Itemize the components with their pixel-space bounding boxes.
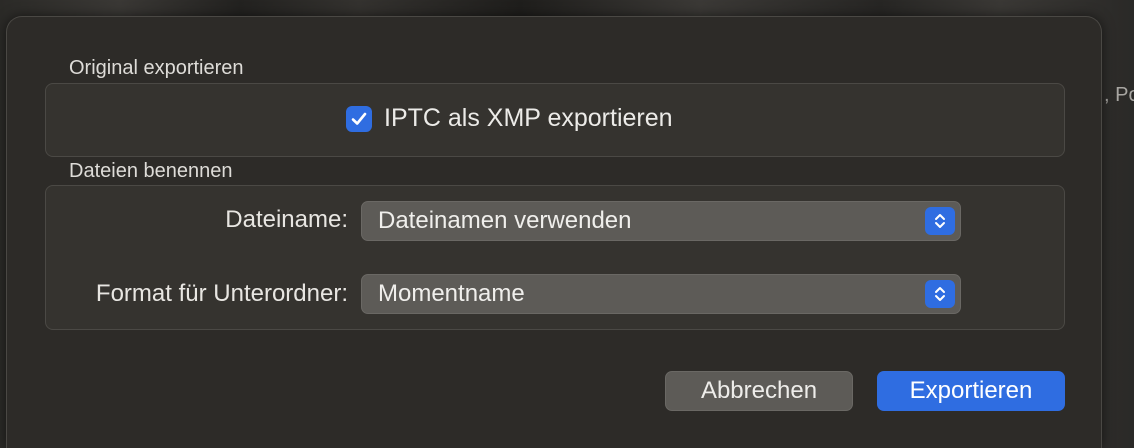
- background-text: , Po: [1104, 84, 1134, 106]
- filename-select[interactable]: Dateinamen verwenden: [361, 201, 961, 241]
- checkmark-icon: [351, 112, 367, 125]
- chevron-up-down-icon: [925, 280, 955, 308]
- original-export-box: IPTC als XMP exportieren: [45, 83, 1065, 157]
- filename-select-value: Dateinamen verwenden: [378, 207, 632, 234]
- subfolder-format-label: Format für Unterordner:: [95, 280, 348, 307]
- section-title-naming: Dateien benennen: [69, 160, 233, 182]
- export-button[interactable]: Exportieren: [877, 371, 1065, 411]
- iptc-checkbox[interactable]: [346, 105, 372, 132]
- subfolder-format-select[interactable]: Momentname: [361, 274, 961, 314]
- filename-label: Dateiname:: [225, 206, 348, 233]
- cancel-button[interactable]: Abbrechen: [665, 371, 853, 411]
- chevron-up-down-icon: [925, 207, 955, 235]
- file-naming-box: Dateiname: Dateinamen verwenden Format f…: [45, 185, 1065, 330]
- section-title-original: Original exportieren: [69, 57, 244, 79]
- export-dialog: Original exportieren IPTC als XMP export…: [6, 16, 1102, 448]
- iptc-checkbox-row[interactable]: IPTC als XMP exportieren: [346, 104, 673, 133]
- iptc-checkbox-label: IPTC als XMP exportieren: [384, 104, 673, 132]
- subfolder-format-select-value: Momentname: [378, 280, 525, 307]
